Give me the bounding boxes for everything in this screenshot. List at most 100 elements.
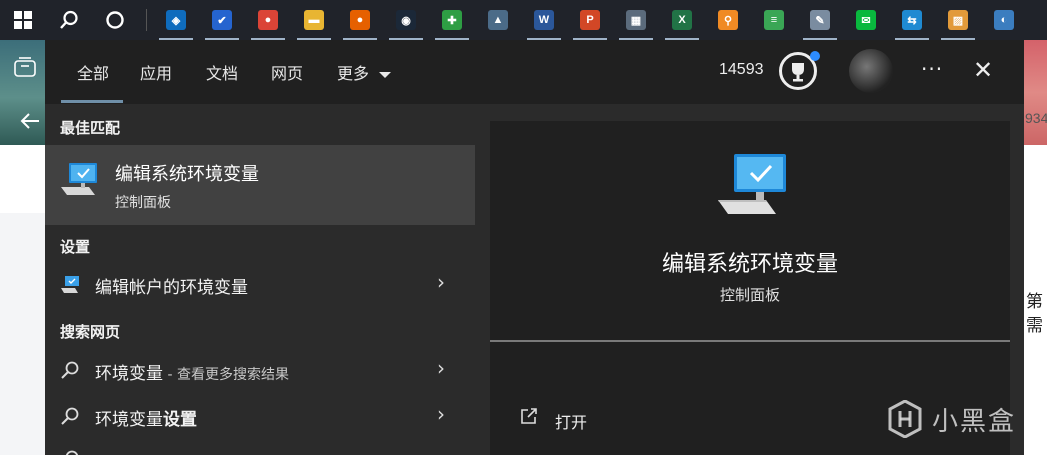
preview-subtitle: 控制面板 bbox=[719, 286, 780, 304]
taskbar-app-button[interactable]: X bbox=[659, 0, 705, 40]
shield-app-icon: ◈ bbox=[166, 10, 186, 30]
game-app-icon: ✚ bbox=[442, 10, 462, 30]
taskbar-app-button[interactable]: ▨ bbox=[935, 0, 981, 40]
taskbar-app-button[interactable]: ▬ bbox=[291, 0, 337, 40]
taskbar-app-button[interactable]: ≡ bbox=[751, 0, 797, 40]
search-panel: 全部 应用 文档 网页 更多 14593 ··· ✕ 最佳匹配 编辑系统环境变量… bbox=[45, 40, 1024, 455]
tab-web[interactable]: 网页 bbox=[271, 60, 303, 84]
taskbar-app-button[interactable]: ● bbox=[337, 0, 383, 40]
cortana-button[interactable] bbox=[92, 0, 138, 40]
best-match-subtitle: 控制面板 bbox=[115, 195, 171, 211]
steam-icon: ◉ bbox=[396, 10, 416, 30]
background-white-panel bbox=[0, 145, 46, 213]
search-icon bbox=[60, 10, 78, 29]
taskbar-app-button[interactable]: P bbox=[567, 0, 613, 40]
system-computer-icon bbox=[718, 154, 786, 214]
taskbar-app-button[interactable]: ✚ bbox=[429, 0, 475, 40]
settings-result-item[interactable]: 编辑帐户的环境变量 › bbox=[45, 264, 475, 304]
cortana-icon bbox=[106, 11, 124, 29]
background-window-right: 934 第 需 bbox=[1024, 40, 1047, 455]
taskbar-app-button[interactable]: ◈ bbox=[153, 0, 199, 40]
transfer-app-icon: ⇆ bbox=[902, 10, 922, 30]
taskbar-app-button[interactable]: ⇆ bbox=[889, 0, 935, 40]
tab-all[interactable]: 全部 bbox=[77, 60, 109, 84]
web-result-bold: 设置 bbox=[163, 410, 197, 430]
paint-icon: ✎ bbox=[810, 10, 830, 30]
chevron-right-icon[interactable]: › bbox=[437, 270, 445, 294]
word-icon: W bbox=[534, 10, 554, 30]
settings-result-label: 编辑帐户的环境变量 bbox=[95, 278, 248, 298]
start-button[interactable] bbox=[0, 0, 46, 40]
tab-documents[interactable]: 文档 bbox=[206, 60, 238, 84]
web-result-label: 环境变量 - 查看更多搜索结果 bbox=[95, 359, 289, 384]
taskbar-app-button[interactable]: ⚲ bbox=[705, 0, 751, 40]
todo-check-icon: ✔ bbox=[212, 10, 232, 30]
image-viewer-icon: ▨ bbox=[948, 10, 968, 30]
taskbar-app-button[interactable]: W bbox=[521, 0, 567, 40]
preview-title: 编辑系统环境变量 bbox=[661, 252, 838, 277]
web-result-item[interactable]: 环境变量设置 › bbox=[45, 396, 475, 436]
close-icon[interactable]: ✕ bbox=[973, 56, 993, 84]
best-match-title: 编辑系统环境变量 bbox=[115, 164, 259, 185]
chevron-right-icon[interactable]: › bbox=[437, 402, 445, 426]
xiaoheihe-logo-icon bbox=[888, 400, 922, 438]
open-external-icon bbox=[521, 408, 537, 424]
wechat-icon: ✉ bbox=[856, 10, 876, 30]
settings-heading: 设置 bbox=[60, 238, 91, 256]
web-result-query: 环境变量 bbox=[95, 364, 163, 384]
search-app-icon: ⚲ bbox=[718, 10, 738, 30]
powerpoint-icon: P bbox=[580, 10, 600, 30]
tab-active-indicator bbox=[61, 100, 123, 103]
taskbar-app-button[interactable]: ▲ bbox=[475, 0, 521, 40]
taskbar-app-button[interactable]: ● bbox=[245, 0, 291, 40]
background-window-left bbox=[0, 40, 46, 455]
notes-app-icon: ≡ bbox=[764, 10, 784, 30]
search-icon bbox=[61, 407, 79, 425]
system-computer-icon bbox=[61, 163, 97, 195]
more-options-icon[interactable]: ··· bbox=[921, 57, 943, 81]
rewards-points: 14593 bbox=[719, 61, 764, 78]
web-result-label: 环境变量设置 bbox=[95, 405, 197, 430]
background-char-2: 需 bbox=[1026, 316, 1043, 336]
open-action[interactable]: 打开 bbox=[555, 409, 587, 433]
account-computer-icon bbox=[61, 276, 79, 293]
best-match-item[interactable]: 编辑系统环境变量 控制面板 bbox=[45, 145, 475, 225]
notification-dot bbox=[810, 51, 820, 61]
chevron-down-icon bbox=[379, 71, 392, 78]
taskbar-app-button[interactable]: ▦ bbox=[613, 0, 659, 40]
chevron-right-icon[interactable]: › bbox=[437, 356, 445, 380]
watermark-text: 小黑盒 bbox=[932, 406, 1017, 437]
taskbar-app-button[interactable]: ✎ bbox=[797, 0, 843, 40]
taskbar-app-button[interactable]: ✉ bbox=[843, 0, 889, 40]
tab-more-label: 更多 bbox=[337, 64, 370, 83]
back-arrow-icon[interactable] bbox=[20, 112, 40, 130]
background-char-1: 第 bbox=[1026, 292, 1043, 312]
file-explorer-icon: ▬ bbox=[304, 10, 324, 30]
search-icon bbox=[65, 450, 79, 455]
preview-divider bbox=[490, 340, 1010, 342]
browser-app-icon: ◐ bbox=[994, 10, 1014, 30]
taskbar: ◈ ✔ ● ▬ ● ◉ ✚ ▲ W P ▦ X ⚲ ≡ ✎ ✉ ⇆ ▨ ◐ bbox=[0, 0, 1047, 40]
background-banner-right bbox=[1024, 40, 1047, 145]
taskbar-apps: ◈ ✔ ● ▬ ● ◉ ✚ ▲ W P ▦ X ⚲ ≡ ✎ ✉ ⇆ ▨ ◐ bbox=[153, 0, 1027, 40]
tab-icon bbox=[14, 57, 36, 77]
search-icon bbox=[61, 361, 79, 379]
windows-logo-icon bbox=[14, 11, 32, 29]
taskbar-app-button[interactable]: ◐ bbox=[981, 0, 1027, 40]
tab-more[interactable]: 更多 bbox=[337, 60, 392, 84]
taskbar-app-button[interactable]: ✔ bbox=[199, 0, 245, 40]
web-result-query: 环境变量 bbox=[95, 410, 163, 430]
search-header: 全部 应用 文档 网页 更多 14593 ··· ✕ bbox=[45, 40, 1024, 104]
firefox-icon: ● bbox=[350, 10, 370, 30]
excel-icon: X bbox=[672, 10, 692, 30]
tab-apps[interactable]: 应用 bbox=[140, 60, 172, 84]
taskbar-search-button[interactable] bbox=[46, 0, 92, 40]
avatar[interactable] bbox=[849, 49, 893, 93]
results-list: 最佳匹配 编辑系统环境变量 控制面板 设置 编辑帐户的环境变量 › 搜索网页 环… bbox=[45, 104, 475, 455]
taskbar-separator bbox=[146, 9, 147, 31]
background-gray-area bbox=[0, 213, 46, 455]
photos-icon: ▲ bbox=[488, 10, 508, 30]
calculator-icon: ▦ bbox=[626, 10, 646, 30]
web-result-item[interactable]: 环境变量 - 查看更多搜索结果 › bbox=[45, 350, 475, 390]
taskbar-app-button[interactable]: ◉ bbox=[383, 0, 429, 40]
